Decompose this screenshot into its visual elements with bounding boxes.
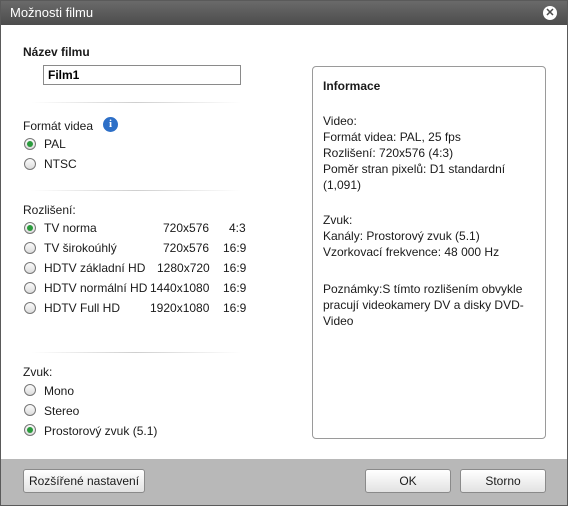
resolution-name: HDTV normální HD (44, 281, 148, 295)
resolution-ratio: 16:9 (223, 261, 247, 275)
radio-hdtv-basic[interactable] (24, 262, 36, 274)
resolution-size: 720x576 (163, 221, 210, 235)
close-icon[interactable]: ✕ (543, 6, 557, 20)
movie-name-label: Název filmu (23, 45, 90, 59)
resolution-ratio: 16:9 (223, 281, 247, 295)
radio-pal-label: PAL (44, 137, 66, 151)
radio-stereo-label: Stereo (44, 404, 80, 418)
radio-tv-norma[interactable] (24, 222, 36, 234)
info-channels: Kanály: Prostorový zvuk (5.1) (323, 229, 480, 243)
advanced-settings-button[interactable]: Rozšířené nastavení (23, 469, 145, 493)
resolution-ratio: 16:9 (223, 301, 247, 315)
divider (31, 352, 241, 353)
info-video-format: Formát videa: PAL, 25 fps (323, 130, 461, 144)
button-bar: Rozšířené nastavení OK Storno (1, 459, 567, 505)
video-format-label: Formát videa (23, 119, 94, 133)
info-video-resolution: Rozlišení: 720x576 (4:3) (323, 146, 454, 160)
info-audio-title: Zvuk: (323, 213, 353, 227)
resolution-size: 720x576 (163, 241, 210, 255)
resolution-size: 1920x1080 (150, 301, 210, 315)
info-icon[interactable]: i (103, 117, 118, 132)
divider (31, 190, 241, 191)
divider (31, 102, 241, 103)
info-video-title: Video: (323, 114, 357, 128)
resolution-name: HDTV základní HD (44, 261, 146, 275)
dialog-title: Možnosti filmu (10, 5, 94, 20)
radio-hdtv-normal[interactable] (24, 282, 36, 294)
ok-button[interactable]: OK (365, 469, 451, 493)
info-sample-rate: Vzorkovací frekvence: 48 000 Hz (323, 245, 500, 259)
resolution-label: Rozlišení: (23, 203, 76, 217)
resolution-ratio: 4:3 (229, 221, 246, 235)
info-heading: Informace (323, 79, 381, 93)
info-notes: Poznámky:S tímto rozlišením obvykle prac… (323, 282, 524, 328)
title-bar: Možnosti filmu ✕ (1, 1, 567, 25)
resolution-name: TV norma (44, 221, 97, 235)
movie-name-input[interactable] (43, 65, 241, 85)
resolution-name: HDTV Full HD (44, 301, 121, 315)
resolution-name: TV širokoúhlý (44, 241, 117, 255)
resolution-size: 1280x720 (157, 261, 210, 275)
radio-ntsc-label: NTSC (44, 157, 77, 171)
radio-mono[interactable] (24, 384, 36, 396)
radio-mono-label: Mono (44, 384, 75, 398)
sound-label: Zvuk: (23, 365, 53, 379)
info-panel: Informace Video: Formát videa: PAL, 25 f… (312, 66, 546, 439)
radio-pal[interactable] (24, 138, 36, 150)
cancel-button[interactable]: Storno (460, 469, 546, 493)
movie-options-dialog: Možnosti filmu ✕ Název filmu Formát vide… (0, 0, 568, 506)
radio-stereo[interactable] (24, 404, 36, 416)
radio-ntsc[interactable] (24, 158, 36, 170)
info-pixel-ratio: Poměr stran pixelů: D1 standardní (1,091… (323, 162, 506, 192)
radio-hdtv-fullhd[interactable] (24, 302, 36, 314)
radio-surround-label: Prostorový zvuk (5.1) (44, 424, 158, 438)
resolution-size: 1440x1080 (150, 281, 210, 295)
radio-tv-widescreen[interactable] (24, 242, 36, 254)
radio-surround[interactable] (24, 424, 36, 436)
resolution-ratio: 16:9 (223, 241, 247, 255)
